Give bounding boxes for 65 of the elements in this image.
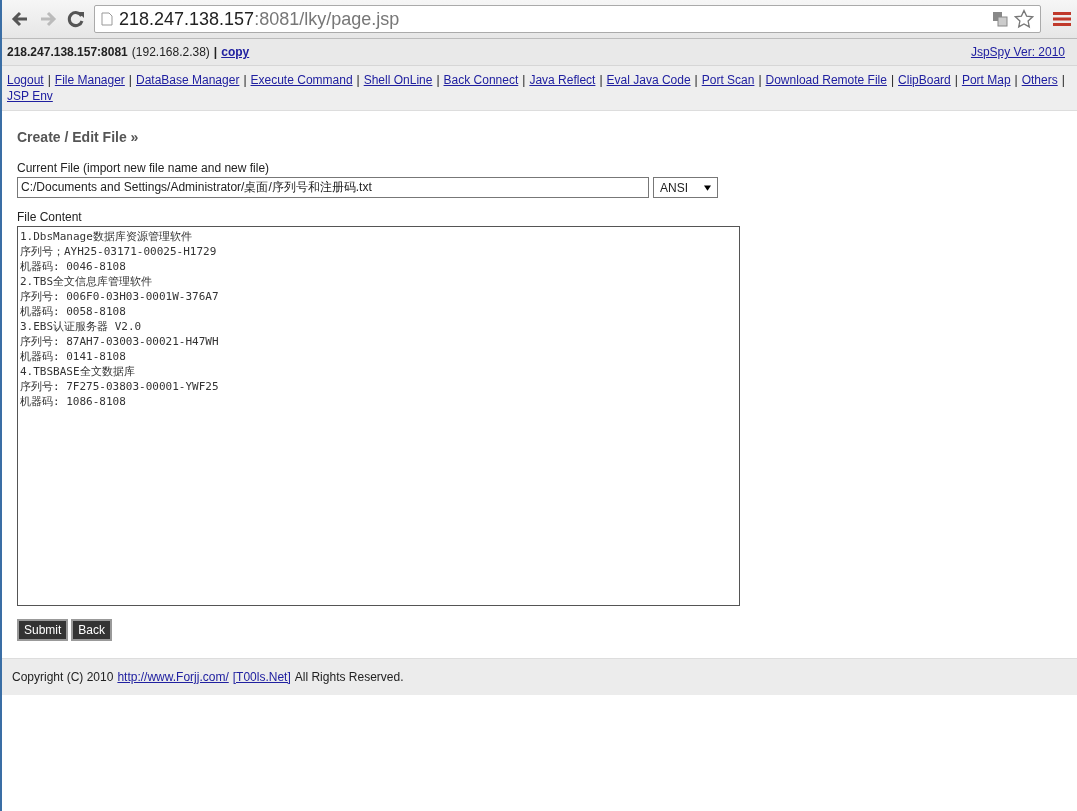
address-bar[interactable]: 218.247.138.157:8081/lky/page.jsp <box>94 5 1041 33</box>
separator: | <box>436 73 440 87</box>
section-title: Create / Edit File » <box>17 129 140 145</box>
file-content-field[interactable] <box>17 226 740 606</box>
star-icon[interactable] <box>1014 9 1034 29</box>
server-ip: (192.168.2.38) <box>131 45 210 59</box>
separator: | <box>890 73 895 87</box>
separator: | <box>599 73 603 87</box>
text-line: 机器码: 1086-8108 <box>20 394 126 409</box>
text-line: 序列号: 006F0-03H03-0001W-376A7 <box>20 289 219 304</box>
nav-link[interactable]: DataBase Manager <box>136 73 240 87</box>
field-label: Current File (import new file name and new file) <box>17 161 271 175</box>
tools-link[interactable]: [T00ls.Net] <box>232 670 291 684</box>
nav-link[interactable]: Shell OnLine <box>363 73 433 87</box>
text-line: 序列号: 7F275-03803-00001-YWF25 <box>20 379 219 394</box>
nav-link[interactable]: Logout <box>7 73 44 87</box>
nav-link[interactable]: ClipBoard <box>898 73 951 87</box>
page-icon <box>101 12 113 26</box>
nav-link[interactable]: Download Remote File <box>765 73 887 87</box>
encoding-select[interactable]: ANSI <box>653 177 718 198</box>
text-line: 2.TBS全文信息库管理软件 <box>20 274 153 289</box>
version-link[interactable]: JspSpy Ver: 2010 <box>970 45 1065 59</box>
separator: | <box>213 45 218 59</box>
nav-link[interactable]: Others <box>1021 73 1058 87</box>
translate-icon[interactable] <box>992 11 1008 27</box>
server-host: 218.247.138.157:8081 <box>7 45 128 59</box>
nav-link[interactable]: Execute Command <box>250 73 353 87</box>
text-line: 机器码: 0046-8108 <box>20 259 126 274</box>
separator: | <box>954 73 958 87</box>
separator: | <box>758 73 762 87</box>
separator: | <box>1061 73 1065 87</box>
field-label: File Content <box>17 210 83 224</box>
text-line: 1.DbsManage数据库资源管理软件 <box>20 229 192 244</box>
nav-link[interactable]: Eval Java Code <box>606 73 691 87</box>
text-line: 4.TBSBASE全文数据库 <box>20 364 135 379</box>
nav-link[interactable]: File Manager <box>54 73 125 87</box>
nav-link[interactable]: JSP Env <box>7 89 53 103</box>
copy-link[interactable]: copy <box>221 45 250 59</box>
separator: | <box>47 73 51 87</box>
text-line: 机器码: 0058-8108 <box>20 304 126 319</box>
nav-link[interactable]: Port Map <box>961 73 1011 87</box>
text-line: 3.EBS认证服务器 V2.0 <box>20 319 142 334</box>
nav-link[interactable]: Port Scan <box>701 73 755 87</box>
form-button[interactable]: Submit <box>17 619 69 641</box>
dropdown-arrow-icon <box>704 184 711 191</box>
text-line: 机器码: 0141-8108 <box>20 349 126 364</box>
separator: | <box>128 73 132 87</box>
rights-text: All Rights Reserved. <box>294 670 404 684</box>
copyright-text: Copyright (C) 2010 <box>12 670 114 684</box>
text-line: 序列号: 87AH7-03003-00021-H47WH <box>20 334 219 349</box>
text-line: 序列号；AYH25-03171-00025-H1729 <box>20 244 217 259</box>
nav-link[interactable]: Java Reflect <box>529 73 596 87</box>
nav-link[interactable]: Back Connect <box>443 73 519 87</box>
separator: | <box>1014 73 1018 87</box>
website-link[interactable]: http://www.Forjj.com/ <box>117 670 229 684</box>
address-text: 218.247.138.157:8081/lky/page.jsp <box>119 8 401 30</box>
separator: | <box>694 73 698 87</box>
separator: | <box>356 73 360 87</box>
back-icon[interactable] <box>10 9 30 29</box>
menu-icon[interactable] <box>1053 11 1071 27</box>
form-button[interactable]: Back <box>71 619 113 641</box>
separator: | <box>243 73 247 87</box>
reload-icon[interactable] <box>66 9 86 29</box>
file-path-field[interactable]: C:/Documents and Settings/Administrator/桌面/序列号和注册码.txt <box>17 177 649 198</box>
separator: | <box>522 73 526 87</box>
